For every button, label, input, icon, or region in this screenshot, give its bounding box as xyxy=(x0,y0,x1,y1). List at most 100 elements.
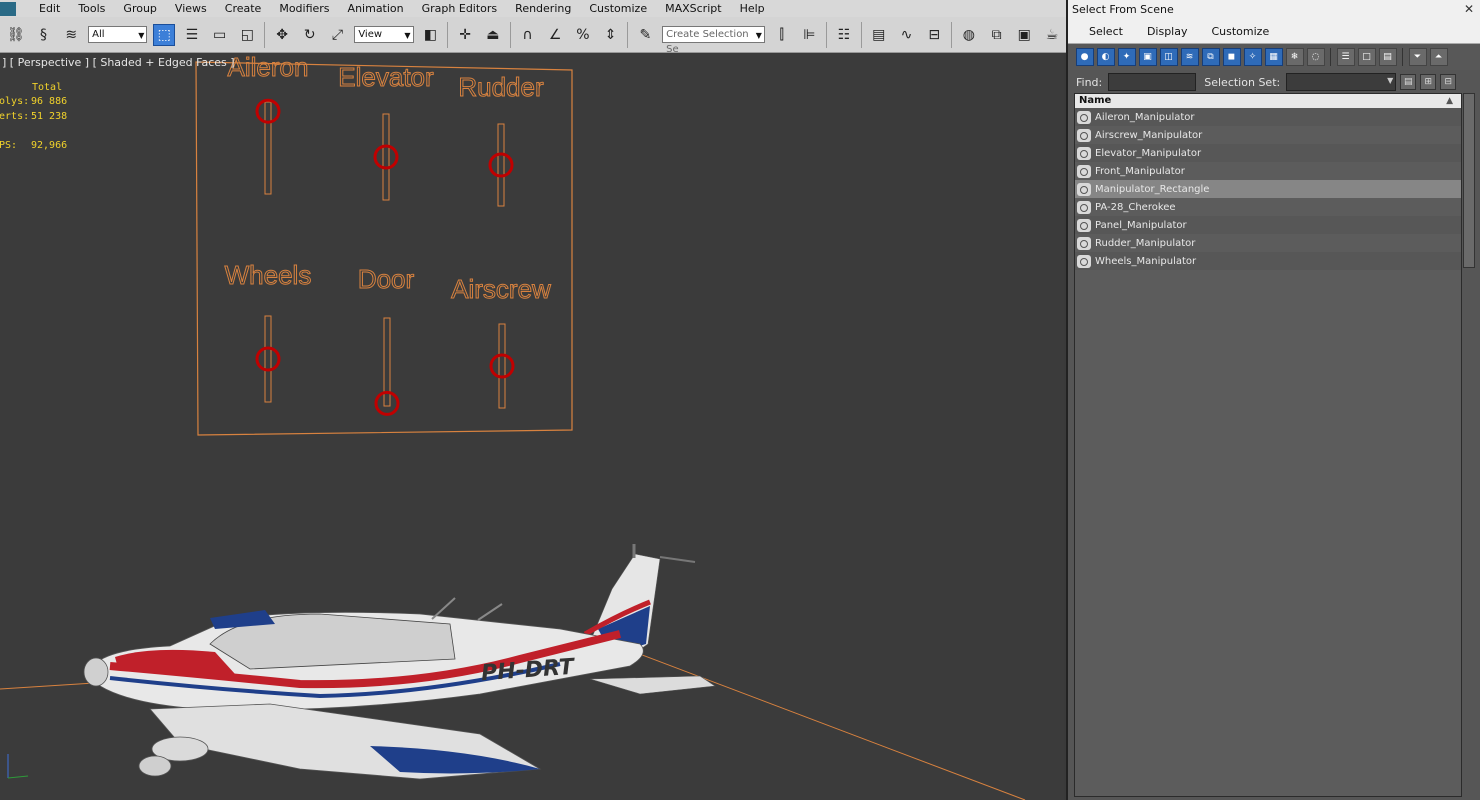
display-cameras-icon[interactable]: ▣ xyxy=(1138,48,1157,66)
reference-coordinate-dropdown[interactable]: View xyxy=(354,26,414,43)
keyboard-shortcut-override-icon[interactable]: ⏏ xyxy=(482,24,504,46)
curve-editor-icon[interactable]: ∿ xyxy=(896,24,918,46)
toolbar-separator xyxy=(509,21,511,48)
viewport-label[interactable]: ] [ Perspective ] [ Shaded + Edged Faces… xyxy=(2,56,235,69)
rotate-icon[interactable]: ↻ xyxy=(299,24,321,46)
display-helpers-icon[interactable]: ◫ xyxy=(1159,48,1178,66)
pivot-center-icon[interactable]: ◧ xyxy=(420,24,442,46)
scene-object-list[interactable]: Name ▲ Aileron_Manipulator Airscrew_Manip… xyxy=(1074,93,1462,797)
list-item-label: Manipulator_Rectangle xyxy=(1095,183,1210,195)
align-icon[interactable]: ⊫ xyxy=(799,24,821,46)
display-hidden-icon[interactable]: ◌ xyxy=(1306,48,1325,66)
filter-icon[interactable]: ⏷ xyxy=(1408,48,1427,66)
column-header-name[interactable]: Name ▲ xyxy=(1075,94,1461,108)
list-item[interactable]: Airscrew_Manipulator xyxy=(1075,126,1461,144)
menu-edit[interactable]: Edit xyxy=(30,0,69,17)
layer-manager-icon[interactable]: ☷ xyxy=(833,24,855,46)
select-by-name-icon[interactable]: ☰ xyxy=(181,24,203,46)
selection-filter-dropdown[interactable]: All xyxy=(88,26,148,43)
render-production-icon[interactable]: ☕ xyxy=(1041,24,1063,46)
percent-snap-icon[interactable]: % xyxy=(572,24,594,46)
move-icon[interactable]: ✥ xyxy=(271,24,293,46)
selection-set-dropdown[interactable] xyxy=(1286,73,1397,91)
edit-named-selection-icon[interactable]: ✎ xyxy=(634,24,656,46)
menu-tools[interactable]: Tools xyxy=(69,0,114,17)
select-invert-icon[interactable]: ▤ xyxy=(1378,48,1397,66)
slider-handle-aileron[interactable] xyxy=(255,98,281,124)
material-editor-icon[interactable]: ◍ xyxy=(958,24,980,46)
pa28-cherokee-model[interactable] xyxy=(83,544,716,780)
close-icon[interactable]: ✕ xyxy=(1462,2,1476,16)
slider-handle-airscrew[interactable] xyxy=(489,353,515,379)
menu-group[interactable]: Group xyxy=(114,0,166,17)
select-all-icon[interactable]: ☰ xyxy=(1336,48,1355,66)
list-item[interactable]: Rudder_Manipulator xyxy=(1075,234,1461,252)
render-setup-icon[interactable]: ⧉ xyxy=(986,24,1008,46)
list-item[interactable]: Elevator_Manipulator xyxy=(1075,144,1461,162)
toolbar-separator xyxy=(264,21,266,48)
slider-handle-rudder[interactable] xyxy=(488,152,514,178)
named-selection-set-dropdown[interactable]: Create Selection Se xyxy=(662,26,765,55)
menu-customize[interactable]: Customize xyxy=(580,0,656,17)
display-bones-icon[interactable]: ✧ xyxy=(1243,48,1262,66)
dialog-menu-select[interactable]: Select xyxy=(1076,25,1134,38)
window-crossing-icon[interactable]: ◱ xyxy=(237,24,259,46)
list-item[interactable]: Front_Manipulator xyxy=(1075,162,1461,180)
menu-graph-editors[interactable]: Graph Editors xyxy=(413,0,507,17)
list-item[interactable]: Wheels_Manipulator xyxy=(1075,252,1461,270)
menu-animation[interactable]: Animation xyxy=(339,0,413,17)
perspective-viewport[interactable]: Aileron Elevator Rudder Wheels Door Airs… xyxy=(0,54,1064,800)
dialog-menu-display[interactable]: Display xyxy=(1134,25,1199,38)
selection-set-create-icon[interactable]: ▤ xyxy=(1400,74,1417,90)
display-shapes-icon[interactable]: ◐ xyxy=(1096,48,1115,66)
display-frozen-icon[interactable]: ❄ xyxy=(1285,48,1304,66)
list-item-label: Elevator_Manipulator xyxy=(1095,147,1202,159)
menu-modifiers[interactable]: Modifiers xyxy=(270,0,338,17)
slider-handle-wheels[interactable] xyxy=(255,346,281,372)
find-input[interactable] xyxy=(1108,73,1197,91)
dialog-title: Select From Scene xyxy=(1072,3,1174,16)
list-item[interactable]: Aileron_Manipulator xyxy=(1075,108,1461,126)
select-manipulate-icon[interactable]: ✛ xyxy=(454,24,476,46)
display-space-warps-icon[interactable]: ≋ xyxy=(1180,48,1199,66)
angle-snap-icon[interactable]: ∠ xyxy=(544,24,566,46)
scale-icon[interactable]: ⤢ xyxy=(327,24,349,46)
mirror-icon[interactable]: ⫿ xyxy=(771,24,793,46)
list-item[interactable]: PA-28_Cherokee xyxy=(1075,198,1461,216)
app-logo-icon[interactable] xyxy=(0,1,16,16)
stabilator xyxy=(589,675,716,695)
rectangular-selection-icon[interactable]: ▭ xyxy=(209,24,231,46)
list-rows: Aileron_Manipulator Airscrew_Manipulator E… xyxy=(1075,108,1461,270)
list-item[interactable]: Panel_Manipulator xyxy=(1075,216,1461,234)
unlink-icon[interactable]: § xyxy=(33,24,55,46)
display-containers-icon[interactable]: ▦ xyxy=(1264,48,1283,66)
graphite-toolbar-icon[interactable]: ▤ xyxy=(868,24,890,46)
snaps-toggle-icon[interactable]: ∩ xyxy=(517,24,539,46)
select-none-icon[interactable]: □ xyxy=(1357,48,1376,66)
selection-set-remove-icon[interactable]: ⊟ xyxy=(1440,74,1457,90)
display-xrefs-icon[interactable]: ◼ xyxy=(1222,48,1241,66)
display-geometry-icon[interactable]: ● xyxy=(1075,48,1094,66)
link-icon[interactable]: ⛓ xyxy=(5,24,27,46)
list-scrollbar[interactable] xyxy=(1463,93,1475,268)
slider-handle-door[interactable] xyxy=(374,390,400,416)
menu-views[interactable]: Views xyxy=(166,0,216,17)
schematic-view-icon[interactable]: ⊟ xyxy=(923,24,945,46)
menu-rendering[interactable]: Rendering xyxy=(506,0,580,17)
max-application: Edit Tools Group Views Create Modifiers … xyxy=(0,0,1066,800)
dialog-menu-customize[interactable]: Customize xyxy=(1198,25,1280,38)
rendered-frame-window-icon[interactable]: ▣ xyxy=(1013,24,1035,46)
list-item[interactable]: Manipulator_Rectangle xyxy=(1075,180,1461,198)
menu-maxscript[interactable]: MAXScript xyxy=(656,0,730,17)
menu-create[interactable]: Create xyxy=(216,0,271,17)
display-lights-icon[interactable]: ✦ xyxy=(1117,48,1136,66)
select-object-icon[interactable]: ⬚ xyxy=(153,23,176,46)
menu-help[interactable]: Help xyxy=(731,0,774,17)
spinner-snap-icon[interactable]: ⇕ xyxy=(600,24,622,46)
display-groups-icon[interactable]: ⧉ xyxy=(1201,48,1220,66)
dialog-titlebar[interactable]: Select From Scene ✕ xyxy=(1068,0,1480,20)
bind-space-warp-icon[interactable]: ≋ xyxy=(60,24,82,46)
filter-options-icon[interactable]: ⏶ xyxy=(1429,48,1448,66)
selection-set-add-icon[interactable]: ⊞ xyxy=(1420,74,1437,90)
slider-handle-elevator[interactable] xyxy=(373,144,399,170)
